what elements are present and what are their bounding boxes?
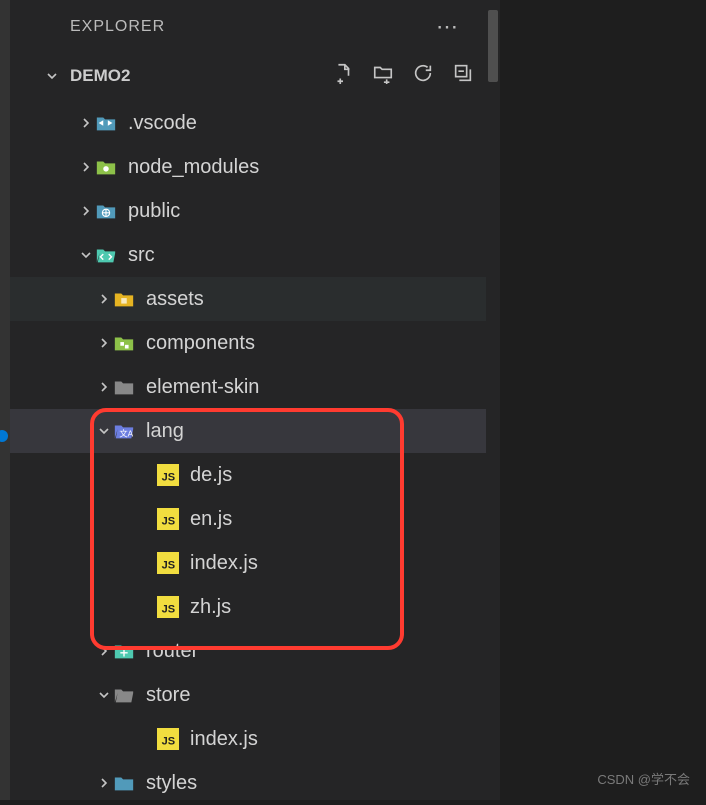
tree-item-label: index.js bbox=[190, 552, 258, 575]
tree-item-label: public bbox=[128, 200, 180, 223]
chevron-down-icon bbox=[44, 68, 60, 84]
file-tree: .vscode node_modulespublic src assets compon… bbox=[10, 97, 500, 805]
activity-indicator bbox=[0, 430, 8, 442]
section-header[interactable]: DEMO2 bbox=[10, 54, 500, 97]
folder-item[interactable]: node_modules bbox=[10, 145, 500, 189]
chevron-right-icon bbox=[96, 335, 112, 351]
svg-text:JS: JS bbox=[162, 604, 175, 616]
chevron-right-icon bbox=[96, 379, 112, 395]
svg-text:JS: JS bbox=[162, 516, 175, 528]
scrollbar[interactable] bbox=[486, 0, 500, 800]
folder-item[interactable]: 文A lang bbox=[10, 409, 500, 453]
tree-item-label: assets bbox=[146, 288, 204, 311]
folder-item[interactable]: store bbox=[10, 673, 500, 717]
chevron-right-icon bbox=[78, 203, 94, 219]
tree-item-label: index.js bbox=[190, 728, 258, 751]
chevron-right-icon bbox=[96, 775, 112, 791]
folder-item[interactable]: styles bbox=[10, 761, 500, 805]
panel-header: EXPLORER ⋯ bbox=[10, 0, 500, 54]
folder-icon bbox=[112, 287, 136, 311]
tree-item-label: lang bbox=[146, 420, 184, 443]
watermark: CSDN @学不会 bbox=[597, 769, 690, 788]
new-file-icon[interactable] bbox=[332, 62, 354, 89]
file-item[interactable]: JS index.js bbox=[10, 717, 500, 761]
folder-item[interactable]: router bbox=[10, 629, 500, 673]
collapse-all-icon[interactable] bbox=[452, 62, 474, 89]
folder-icon bbox=[94, 155, 118, 179]
folder-item[interactable]: element-skin bbox=[10, 365, 500, 409]
chevron-down-icon bbox=[96, 687, 112, 703]
svg-text:JS: JS bbox=[162, 560, 175, 572]
svg-text:文A: 文A bbox=[119, 429, 133, 439]
file-item[interactable]: JS zh.js bbox=[10, 585, 500, 629]
svg-text:JS: JS bbox=[162, 472, 175, 484]
file-item[interactable]: JS index.js bbox=[10, 541, 500, 585]
chevron-down-icon bbox=[78, 247, 94, 263]
section-title-label: DEMO2 bbox=[70, 66, 130, 86]
file-item[interactable]: JS de.js bbox=[10, 453, 500, 497]
folder-icon bbox=[94, 111, 118, 135]
js-file-icon: JS bbox=[156, 595, 180, 619]
tree-item-label: node_modules bbox=[128, 156, 259, 179]
activity-bar bbox=[0, 0, 10, 800]
tree-item-label: router bbox=[146, 640, 198, 663]
file-item[interactable]: JS en.js bbox=[10, 497, 500, 541]
folder-icon: 文A bbox=[112, 419, 136, 443]
folder-icon bbox=[112, 683, 136, 707]
editor-area bbox=[500, 0, 706, 800]
more-actions-icon[interactable]: ⋯ bbox=[436, 14, 460, 40]
tree-item-label: components bbox=[146, 332, 255, 355]
chevron-right-icon bbox=[96, 291, 112, 307]
folder-icon bbox=[94, 199, 118, 223]
folder-item[interactable]: assets bbox=[10, 277, 500, 321]
explorer-sidebar: EXPLORER ⋯ DEMO2 .vscode node_modulespubl… bbox=[10, 0, 500, 800]
chevron-right-icon bbox=[96, 643, 112, 659]
new-folder-icon[interactable] bbox=[372, 62, 394, 89]
folder-icon bbox=[112, 639, 136, 663]
tree-item-label: en.js bbox=[190, 508, 232, 531]
folder-icon bbox=[94, 243, 118, 267]
folder-icon bbox=[112, 331, 136, 355]
tree-item-label: store bbox=[146, 684, 190, 707]
chevron-down-icon bbox=[96, 423, 112, 439]
tree-item-label: de.js bbox=[190, 464, 232, 487]
folder-item[interactable]: public bbox=[10, 189, 500, 233]
js-file-icon: JS bbox=[156, 463, 180, 487]
chevron-right-icon bbox=[78, 115, 94, 131]
js-file-icon: JS bbox=[156, 727, 180, 751]
tree-item-label: styles bbox=[146, 772, 197, 795]
panel-title-label: EXPLORER bbox=[70, 18, 165, 36]
svg-text:JS: JS bbox=[162, 736, 175, 748]
js-file-icon: JS bbox=[156, 507, 180, 531]
tree-item-label: src bbox=[128, 244, 155, 267]
folder-item[interactable]: src bbox=[10, 233, 500, 277]
tree-item-label: element-skin bbox=[146, 376, 259, 399]
tree-item-label: zh.js bbox=[190, 596, 231, 619]
chevron-right-icon bbox=[78, 159, 94, 175]
folder-item[interactable]: components bbox=[10, 321, 500, 365]
section-actions bbox=[332, 62, 474, 89]
tree-item-label: .vscode bbox=[128, 112, 197, 135]
folder-icon bbox=[112, 375, 136, 399]
js-file-icon: JS bbox=[156, 551, 180, 575]
folder-item[interactable]: .vscode bbox=[10, 101, 500, 145]
refresh-icon[interactable] bbox=[412, 62, 434, 89]
folder-icon bbox=[112, 771, 136, 795]
